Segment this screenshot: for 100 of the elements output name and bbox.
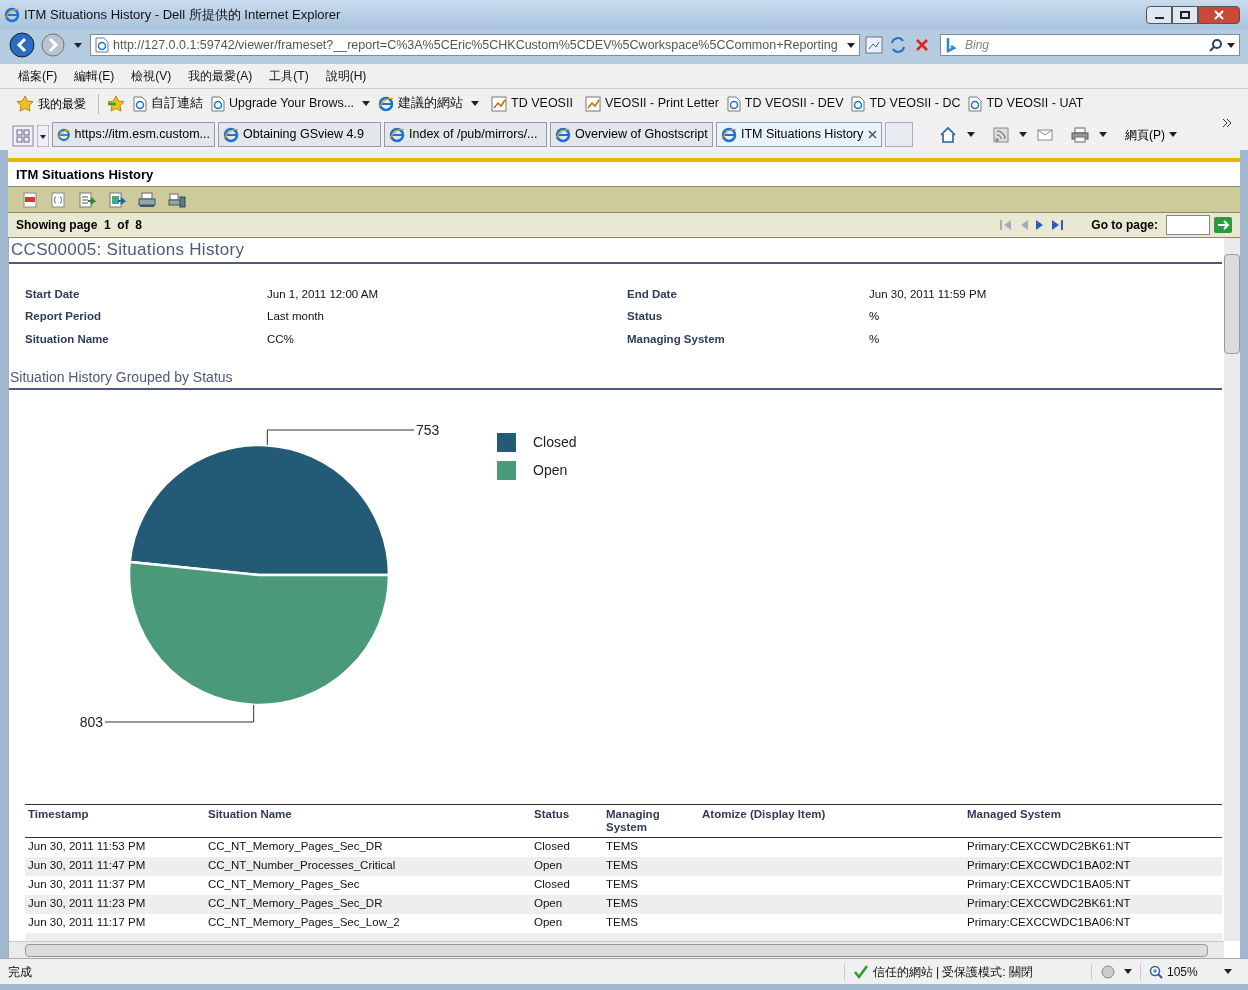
caret-icon (847, 42, 855, 48)
compatibility-view-button[interactable] (864, 35, 884, 55)
back-button[interactable] (8, 31, 36, 59)
horizontal-scrollbar[interactable] (9, 941, 1224, 958)
chart-icon (584, 95, 601, 112)
goto-label: Go to page: (1091, 217, 1158, 234)
table-cell-text: Jun 30, 2011 11:23 PM (27, 896, 147, 912)
chevron-icon[interactable] (1222, 118, 1232, 128)
section-title: Situation History Grouped by Status (9, 366, 1222, 390)
go-button[interactable] (1214, 217, 1232, 233)
table-cell-text: Open (533, 858, 564, 874)
favorite-link[interactable]: Upgrade Your Brows... (211, 94, 371, 113)
close-button[interactable] (1198, 6, 1240, 24)
check-icon (852, 963, 869, 980)
parameter-value: Jun 1, 2011 12:00 AM (267, 287, 380, 302)
toc-icon[interactable] (22, 191, 38, 208)
caret-icon[interactable] (1124, 969, 1132, 974)
address-field[interactable]: http://127.0.0.1:59742/viewer/frameset?__report=C%3A%5CEric%5CHKCustom%5CDEV%5Cworkspace%5CCommon+Reporting (90, 34, 860, 56)
page-indicator: Showing page 1 of 8 (16, 217, 142, 234)
page-number-field[interactable] (1166, 215, 1210, 235)
menu-item[interactable]: 工具(T) (269, 67, 309, 85)
history-dropdown-icon[interactable] (74, 42, 82, 48)
favorite-link[interactable]: TD VEOSII - DEV (726, 94, 844, 113)
favorite-link[interactable]: TD VEOSII - DC (851, 94, 961, 113)
refresh-icon[interactable] (888, 35, 908, 55)
parameters-icon[interactable] (50, 191, 66, 208)
browser-tab[interactable]: Overview of Ghostscript (550, 122, 713, 147)
column-header: Status (533, 807, 571, 822)
parameter-value: Last month (267, 309, 325, 325)
page-icon (555, 126, 571, 143)
caret-icon[interactable] (1099, 132, 1107, 137)
favorites-button[interactable]: 我的最愛 (16, 94, 86, 113)
parameter-label: Situation Name (25, 331, 110, 347)
browser-tab[interactable]: ITM Situations History (716, 122, 882, 147)
printer-icon[interactable] (1071, 126, 1089, 143)
parameter-label: Start Date (25, 287, 81, 302)
page-icon (721, 126, 737, 143)
menu-item[interactable]: 檔案(F) (18, 67, 58, 85)
table-cell-text: Open (533, 896, 564, 912)
forward-button[interactable] (40, 32, 66, 58)
home-icon[interactable] (939, 125, 957, 144)
page-icon (57, 126, 71, 143)
browser-tab[interactable]: Obtaining GSview 4.9 (218, 122, 381, 147)
add-favorite-icon[interactable] (107, 94, 125, 113)
caret-icon[interactable] (1227, 42, 1235, 48)
browser-tab[interactable]: https://itm.esm.custom... (52, 122, 215, 147)
menu-item[interactable]: 檢視(V) (131, 67, 172, 85)
menu-item[interactable]: 說明(H) (325, 67, 367, 85)
security-zone[interactable]: 信任的網站 | 受保護模式: 關閉 (872, 962, 1033, 981)
column-header: Managing System (605, 807, 661, 835)
parameter-value: CC% (267, 331, 295, 347)
page-icon (726, 95, 741, 112)
page-menu-button[interactable]: 網頁(P) (1125, 125, 1177, 144)
table-cell-text: Jun 30, 2011 11:53 PM (27, 839, 147, 855)
browser-tab[interactable]: Index of /pub/mirrors/... (384, 122, 547, 147)
caret-icon[interactable] (1019, 132, 1027, 137)
table-cell-text: Closed (533, 877, 571, 893)
column-header: Managed System (966, 807, 1062, 822)
page-icon (378, 95, 395, 112)
parameter-value: % (869, 309, 881, 325)
page-icon (968, 95, 983, 112)
browser-icon (4, 7, 20, 23)
mail-icon[interactable] (1037, 128, 1053, 141)
table-cell-text: TEMS (605, 877, 639, 893)
export-data-icon[interactable] (108, 191, 126, 208)
scrollbar-thumb[interactable] (25, 943, 1208, 957)
maximize-button[interactable] (1172, 6, 1198, 24)
table-cell-text: Primary:CEXCCWDC2BK61:NT (966, 896, 1132, 912)
report-title: CCS00005: Situations History (9, 238, 1222, 264)
export-icon[interactable] (78, 191, 96, 208)
feed-icon[interactable] (993, 126, 1009, 143)
legend-label: Open (533, 460, 568, 480)
server-print-icon[interactable] (168, 191, 186, 208)
caret-icon[interactable] (967, 132, 975, 137)
parameter-label: Managing System (627, 331, 726, 347)
caret-icon (1169, 132, 1177, 137)
menu-item[interactable]: 編輯(E) (74, 67, 115, 85)
table-cell-text: Jun 30, 2011 11:47 PM (27, 858, 147, 874)
close-tab-icon[interactable] (868, 130, 877, 139)
print-icon[interactable] (138, 191, 156, 208)
page-icon (223, 126, 239, 143)
favorite-link[interactable]: TD VEOSII - UAT (968, 94, 1084, 113)
favorite-link[interactable]: 建議的網站 (378, 94, 480, 113)
search-input[interactable]: Bing (965, 36, 1205, 54)
table-cell-text: CC_NT_Memory_Pages_Sec_DR (207, 839, 384, 855)
table-cell-text: Primary:CEXCCWDC1BA02:NT (966, 858, 1132, 874)
last-page-icon[interactable] (1051, 218, 1066, 232)
chart-icon (491, 95, 508, 112)
menu-item[interactable]: 我的最愛(A) (188, 67, 253, 85)
vertical-scrollbar[interactable] (1224, 238, 1240, 941)
viewer-title: ITM Situations History (15, 165, 155, 184)
minimize-button[interactable] (1146, 6, 1172, 24)
search-icon[interactable] (1209, 38, 1223, 52)
favorite-link[interactable]: TD VEOSII (491, 94, 573, 113)
favorite-link[interactable]: 自訂連結 (133, 94, 203, 113)
zoom-button[interactable]: 105% (1140, 962, 1240, 981)
tab-list-button[interactable] (37, 125, 49, 147)
favorite-link[interactable]: VEOSII - Print Letter (584, 94, 719, 113)
search-field[interactable]: Bing (940, 34, 1240, 56)
scrollbar-thumb[interactable] (1224, 254, 1240, 354)
